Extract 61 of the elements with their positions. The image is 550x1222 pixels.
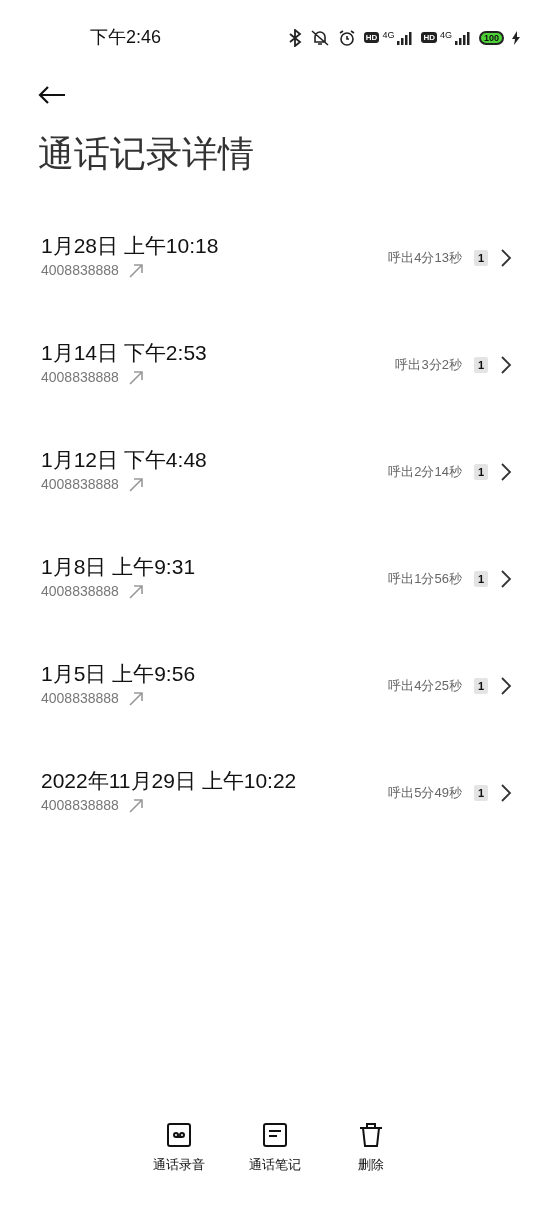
sim-badge: 1 xyxy=(473,785,488,801)
page-title: 通话记录详情 xyxy=(37,132,255,176)
call-date: 2022年11月29日 上午10:22 xyxy=(41,768,297,794)
call-record-row[interactable]: 1月14日 下午2:53 4008838888 呼出3分2秒 1 xyxy=(0,339,550,446)
sim-badge: 1 xyxy=(473,250,488,266)
signal-icon xyxy=(397,30,414,45)
battery-indicator: 100 xyxy=(478,30,504,45)
action-button[interactable]: 通话笔记 xyxy=(240,1120,310,1174)
action-button[interactable]: 删除 xyxy=(336,1120,406,1174)
sim-badge: 1 xyxy=(473,678,488,694)
note-icon xyxy=(261,1120,289,1149)
call-record-row[interactable]: 1月28日 上午10:18 4008838888 呼出4分13秒 1 xyxy=(0,232,550,339)
network-type: 4G xyxy=(439,30,452,40)
call-date: 1月8日 上午9:31 xyxy=(41,554,196,580)
bluetooth-icon xyxy=(287,28,302,47)
call-duration: 呼出5分49秒 xyxy=(388,784,462,803)
chevron-right-icon xyxy=(500,783,512,803)
trash-icon xyxy=(357,1120,385,1149)
call-date: 1月28日 上午10:18 xyxy=(41,233,219,259)
phone-number: 4008838888 xyxy=(41,796,119,815)
chevron-right-icon xyxy=(500,248,512,268)
hd-badge: HD xyxy=(421,32,437,43)
sim-badge: 1 xyxy=(473,571,488,587)
call-duration: 呼出1分56秒 xyxy=(388,570,462,589)
tape-icon xyxy=(165,1120,193,1149)
call-duration: 呼出4分25秒 xyxy=(388,677,462,696)
charging-icon xyxy=(512,30,520,45)
call-record-row[interactable]: 1月8日 上午9:31 4008838888 呼出1分56秒 1 xyxy=(0,553,550,660)
chevron-right-icon xyxy=(500,569,512,589)
muted-bell-icon xyxy=(309,28,330,47)
call-record-row[interactable]: 2022年11月29日 上午10:22 4008838888 呼出5分49秒 1 xyxy=(0,767,550,874)
call-record-row[interactable]: 1月5日 上午9:56 4008838888 呼出4分25秒 1 xyxy=(0,660,550,767)
outgoing-arrow-icon xyxy=(128,263,143,278)
outgoing-arrow-icon xyxy=(128,798,143,813)
chevron-right-icon xyxy=(500,355,512,375)
phone-number: 4008838888 xyxy=(41,582,119,601)
call-date: 1月14日 下午2:53 xyxy=(41,340,207,366)
call-date: 1月12日 下午4:48 xyxy=(41,447,207,473)
hd-badge: HD xyxy=(363,32,380,43)
phone-number: 4008838888 xyxy=(41,368,119,387)
call-duration: 呼出3分2秒 xyxy=(395,356,462,375)
sim-badge: 1 xyxy=(473,464,488,480)
phone-number: 4008838888 xyxy=(41,261,119,280)
chevron-right-icon xyxy=(500,676,512,696)
sim-badge: 1 xyxy=(473,357,488,373)
network-type: 4G xyxy=(382,30,395,40)
chevron-right-icon xyxy=(500,462,512,482)
action-button[interactable]: 通话录音 xyxy=(144,1120,214,1174)
status-time: 下午2:46 xyxy=(90,26,162,49)
phone-number: 4008838888 xyxy=(41,475,119,494)
outgoing-arrow-icon xyxy=(128,584,143,599)
call-record-row[interactable]: 1月12日 下午4:48 4008838888 呼出2分14秒 1 xyxy=(0,446,550,553)
call-duration: 呼出4分13秒 xyxy=(388,249,462,268)
outgoing-arrow-icon xyxy=(128,477,143,492)
outgoing-arrow-icon xyxy=(128,370,143,385)
call-duration: 呼出2分14秒 xyxy=(388,463,462,482)
signal-icon xyxy=(454,30,471,45)
alarm-icon xyxy=(337,28,356,47)
outgoing-arrow-icon xyxy=(128,691,143,706)
phone-number: 4008838888 xyxy=(41,689,119,708)
call-date: 1月5日 上午9:56 xyxy=(41,661,196,687)
